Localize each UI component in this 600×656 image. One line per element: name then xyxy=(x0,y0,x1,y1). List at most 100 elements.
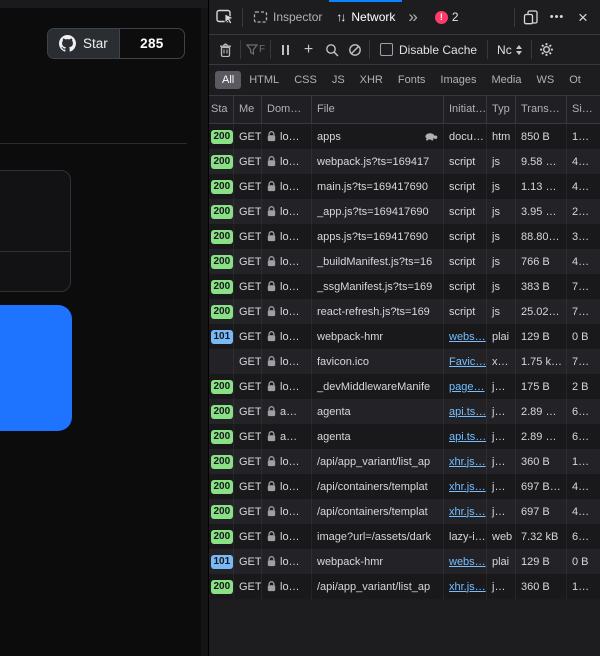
cell-method: GET xyxy=(234,324,262,349)
throttling-select[interactable]: Nc xyxy=(491,43,528,57)
clear-requests-button[interactable] xyxy=(214,38,237,61)
cell-size: 3… xyxy=(567,224,600,249)
tab-inspector-label: Inspector xyxy=(273,10,322,24)
request-row[interactable]: 200GETlo…/api/containers/templatxhr.js…j… xyxy=(209,474,600,499)
tab-network[interactable]: ↑↓ Network xyxy=(329,0,402,34)
request-row[interactable]: 200GETlo…_app.js?ts=169417690scriptjs3.9… xyxy=(209,199,600,224)
disable-cache-control[interactable]: Disable Cache xyxy=(373,43,484,57)
initiator-link[interactable]: webs… xyxy=(449,556,486,568)
cell-method: GET xyxy=(234,199,262,224)
cell-size: 1… xyxy=(567,574,600,599)
request-row[interactable]: GETlo…favicon.icoFavic…x…1.75 k…7… xyxy=(209,349,600,374)
column-header-trans[interactable]: Trans… xyxy=(516,96,567,123)
column-header-init[interactable]: Initiat… xyxy=(444,96,487,123)
initiator-link[interactable]: xhr.js… xyxy=(449,581,486,593)
request-row[interactable]: 200GETlo…appsdocu…htm850 B1… xyxy=(209,124,600,149)
request-row[interactable]: 200GETa…agentaapi.ts…j…2.89 …6… xyxy=(209,399,600,424)
cell-domain: lo… xyxy=(262,549,312,574)
cell-size: 4… xyxy=(567,474,600,499)
request-row[interactable]: 101GETlo…webpack-hmrwebs…plai129 B0 B xyxy=(209,549,600,574)
request-row[interactable]: 200GETlo…_buildManifest.js?ts=16scriptjs… xyxy=(209,249,600,274)
meatball-menu-button[interactable]: ••• xyxy=(544,4,570,30)
cell-type: j… xyxy=(487,449,516,474)
cell-file: favicon.ico xyxy=(312,349,444,374)
disable-cache-label: Disable Cache xyxy=(399,43,477,57)
block-requests-button[interactable] xyxy=(343,38,366,61)
request-row[interactable]: 200GETlo…_ssgManifest.js?ts=169scriptjs3… xyxy=(209,274,600,299)
column-header-method[interactable]: Me xyxy=(234,96,262,123)
cell-size: 2 B xyxy=(567,374,600,399)
request-row[interactable]: 101GETlo…webpack-hmrwebs…plai129 B0 B xyxy=(209,324,600,349)
initiator-link[interactable]: Favic… xyxy=(449,356,486,368)
initiator-link[interactable]: xhr.js… xyxy=(449,481,486,493)
column-header-size[interactable]: Si… xyxy=(567,96,600,123)
github-star-count[interactable]: 285 xyxy=(120,29,184,58)
more-tabs-chevron[interactable]: » xyxy=(402,7,423,27)
network-settings-button[interactable] xyxy=(535,38,558,61)
cell-size: 4… xyxy=(567,249,600,274)
request-row[interactable]: 200GETlo…image?url=/assets/darklazy-i…we… xyxy=(209,524,600,549)
cell-method: GET xyxy=(234,274,262,299)
disable-cache-checkbox[interactable] xyxy=(380,43,393,56)
github-star-left[interactable]: Star xyxy=(48,29,120,58)
new-request-button[interactable]: + xyxy=(297,38,320,61)
initiator-link[interactable]: page… xyxy=(449,381,484,393)
filter-item-images[interactable]: Images xyxy=(433,71,483,89)
filter-item-ot[interactable]: Ot xyxy=(562,71,588,89)
filter-item-js[interactable]: JS xyxy=(325,71,352,89)
pause-traffic-button[interactable] xyxy=(274,38,297,61)
status-badge: 101 xyxy=(211,555,233,569)
responsive-design-mode-button[interactable] xyxy=(518,4,544,30)
request-row[interactable]: 200GETa…agentaapi.ts…j…2.89 …6… xyxy=(209,424,600,449)
tab-inspector[interactable]: Inspector xyxy=(246,0,329,34)
initiator-link[interactable]: xhr.js… xyxy=(449,506,486,518)
cell-transferred: 383 B xyxy=(516,274,567,299)
initiator-link[interactable]: api.ts… xyxy=(449,431,486,443)
column-header-type[interactable]: Typ xyxy=(487,96,516,123)
filter-item-media[interactable]: Media xyxy=(484,71,528,89)
search-button[interactable] xyxy=(320,38,343,61)
cell-status: 101 xyxy=(209,324,234,349)
page-blue-card[interactable] xyxy=(0,305,72,431)
close-devtools-button[interactable]: × xyxy=(570,4,596,30)
column-header-status[interactable]: Sta xyxy=(209,96,234,123)
cell-transferred: 2.89 … xyxy=(516,399,567,424)
cell-status: 200 xyxy=(209,449,234,474)
filter-item-html[interactable]: HTML xyxy=(242,71,286,89)
cell-transferred: 850 B xyxy=(516,124,567,149)
cell-type: j… xyxy=(487,574,516,599)
lock-icon xyxy=(267,456,276,467)
initiator-link[interactable]: api.ts… xyxy=(449,406,486,418)
column-header-domain[interactable]: Dom… xyxy=(262,96,312,123)
cell-file: _ssgManifest.js?ts=169 xyxy=(312,274,444,299)
request-row[interactable]: 200GETlo…main.js?ts=169417690scriptjs1.1… xyxy=(209,174,600,199)
request-row[interactable]: 200GETlo…/api/app_variant/list_apxhr.js…… xyxy=(209,449,600,474)
cell-initiator: script xyxy=(444,299,487,324)
pick-element-button[interactable] xyxy=(213,4,239,30)
cell-method: GET xyxy=(234,574,262,599)
initiator-link[interactable]: webs… xyxy=(449,331,486,343)
filter-item-all[interactable]: All xyxy=(215,71,241,89)
filter-item-ws[interactable]: WS xyxy=(529,71,561,89)
cell-method: GET xyxy=(234,149,262,174)
cell-domain: lo… xyxy=(262,174,312,199)
cell-size: 6… xyxy=(567,524,600,549)
request-row[interactable]: 200GETlo…_devMiddlewareManifepage…j…175 … xyxy=(209,374,600,399)
filter-urls-button[interactable]: F xyxy=(244,38,267,61)
cell-domain: lo… xyxy=(262,199,312,224)
filter-item-xhr[interactable]: XHR xyxy=(353,71,390,89)
status-badge: 200 xyxy=(211,230,233,244)
request-row[interactable]: 200GETlo…apps.js?ts=169417690scriptjs88.… xyxy=(209,224,600,249)
filter-item-fonts[interactable]: Fonts xyxy=(391,71,433,89)
request-row[interactable]: 200GETlo…webpack.js?ts=169417scriptjs9.5… xyxy=(209,149,600,174)
column-header-file[interactable]: File xyxy=(312,96,444,123)
initiator-link[interactable]: xhr.js… xyxy=(449,456,486,468)
request-row[interactable]: 200GETlo…/api/app_variant/list_apxhr.js…… xyxy=(209,574,600,599)
status-badge: 200 xyxy=(211,405,233,419)
cell-size: 6… xyxy=(567,399,600,424)
filter-item-css[interactable]: CSS xyxy=(287,71,324,89)
request-row[interactable]: 200GETlo…react-refresh.js?ts=169scriptjs… xyxy=(209,299,600,324)
error-count-badge[interactable]: ! 2 xyxy=(430,10,464,24)
github-star-button[interactable]: Star 285 xyxy=(47,28,185,59)
request-row[interactable]: 200GETlo…/api/containers/templatxhr.js…j… xyxy=(209,499,600,524)
